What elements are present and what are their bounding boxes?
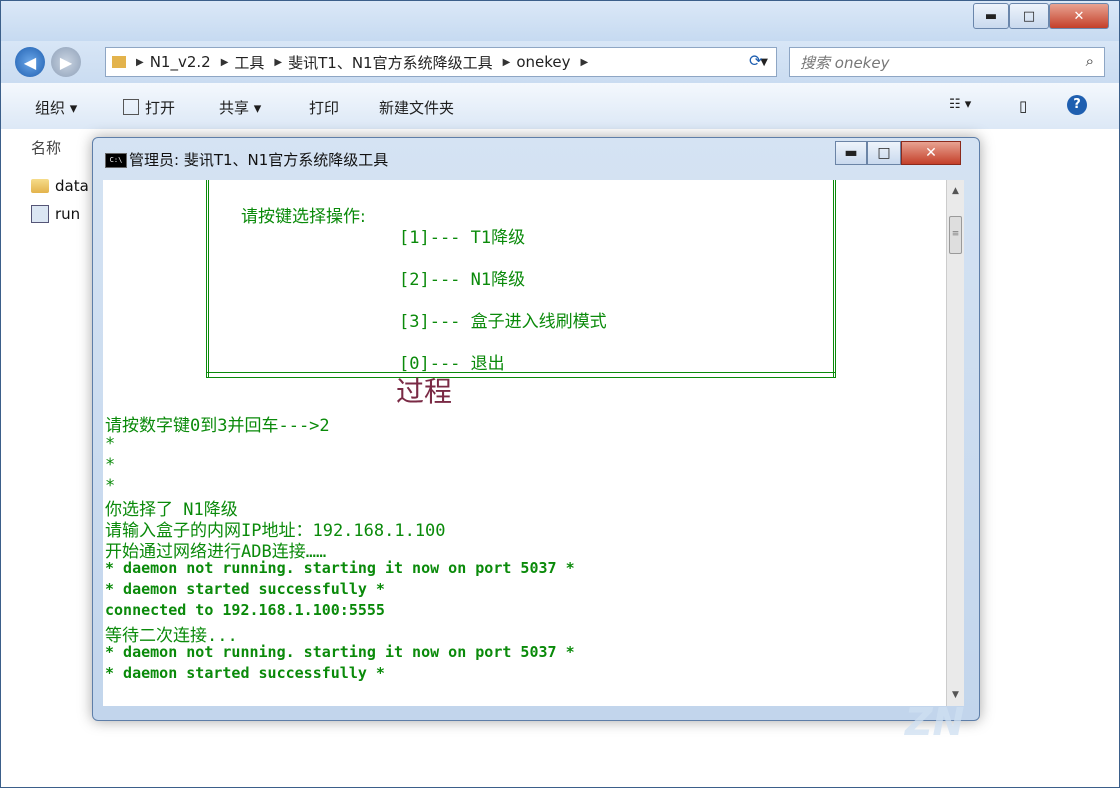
open-button[interactable]: 打开 <box>123 97 175 118</box>
menu-option: [2]--- N1降级 <box>399 270 526 290</box>
scroll-thumb[interactable]: ≡ <box>949 216 962 254</box>
menu-prompt: 请按键选择操作: <box>241 207 366 227</box>
menu-option: [1]--- T1降级 <box>399 228 526 248</box>
breadcrumb-arrow-icon: ▶ <box>136 56 144 68</box>
console-icon: C:\ <box>105 153 127 168</box>
open-label: 打开 <box>145 99 176 117</box>
back-button[interactable]: ◀ <box>15 47 45 77</box>
console-line: * <box>105 476 116 496</box>
breadcrumb-item[interactable]: 斐讯T1、N1官方系统降级工具 <box>288 52 492 73</box>
console-line: 请按数字键0到3并回车--->2 <box>105 416 330 436</box>
console-line: * daemon not running. starting it now on… <box>105 559 575 577</box>
minimize-button[interactable]: ▬ <box>973 3 1009 29</box>
annotation-label: 过程 <box>396 375 453 408</box>
back-arrow-icon: ◀ <box>23 52 37 72</box>
console-line: * <box>105 455 116 475</box>
breadcrumb-item[interactable]: 工具 <box>234 52 264 73</box>
command-bar: 组织 ▾ 打开 共享 ▾ 打印 新建文件夹 ☷ ▾ ▯ ? <box>1 83 1119 130</box>
watermark-logo: ZN <box>905 700 965 744</box>
close-button[interactable]: ✕ <box>1049 3 1109 29</box>
console-scrollbar[interactable]: ▲ ≡ ▼ <box>946 180 964 706</box>
console-line: * <box>105 434 116 454</box>
new-folder-button[interactable]: 新建文件夹 <box>379 97 454 118</box>
forward-button[interactable]: ▶ <box>51 47 81 77</box>
breadcrumb-arrow-icon: ▶ <box>274 56 283 68</box>
refresh-icon[interactable]: ⟳ <box>749 51 762 70</box>
breadcrumb-item[interactable]: N1_v2.2 <box>150 53 211 71</box>
share-button[interactable]: 共享 ▾ <box>219 97 261 118</box>
folder-icon <box>112 56 126 68</box>
console-window: C:\ 管理员: 斐讯T1、N1官方系统降级工具 ▬ □ ✕ 请按键选择操作: … <box>92 137 980 721</box>
console-line: * daemon started successfully * <box>105 580 385 598</box>
address-bar[interactable]: ▶ N1_v2.2 ▶ 工具 ▶ 斐讯T1、N1官方系统降级工具 ▶ oneke… <box>105 47 777 77</box>
column-header-name[interactable]: 名称 <box>31 137 61 158</box>
organize-button[interactable]: 组织 ▾ <box>35 97 77 118</box>
breadcrumb-arrow-icon: ▶ <box>220 56 229 68</box>
breadcrumb-item[interactable]: onekey <box>516 53 570 71</box>
console-line: * daemon started successfully * <box>105 664 385 682</box>
print-button[interactable]: 打印 <box>309 97 339 118</box>
menu-option: [3]--- 盒子进入线刷模式 <box>399 312 607 332</box>
console-line: connected to 192.168.1.100:5555 <box>105 601 385 619</box>
search-input[interactable]: 搜索 onekey ⌕ <box>789 47 1105 77</box>
open-icon <box>123 99 139 115</box>
console-maximize-button[interactable]: □ <box>867 141 901 165</box>
forward-arrow-icon: ▶ <box>59 52 73 72</box>
scroll-up-icon[interactable]: ▲ <box>947 182 964 200</box>
batch-file-icon <box>31 205 49 223</box>
file-item-data[interactable]: data <box>31 177 89 195</box>
console-minimize-button[interactable]: ▬ <box>835 141 867 165</box>
breadcrumb-arrow-icon: ▶ <box>502 56 511 68</box>
console-title: 管理员: 斐讯T1、N1官方系统降级工具 <box>129 151 389 169</box>
address-row: ◀ ▶ ▶ N1_v2.2 ▶ 工具 ▶ 斐讯T1、N1官方系统降级工具 ▶ o… <box>1 41 1119 83</box>
folder-icon <box>31 179 49 193</box>
breadcrumb-arrow-icon: ▶ <box>580 56 589 68</box>
maximize-button[interactable]: □ <box>1009 3 1049 29</box>
file-item-run[interactable]: run <box>31 205 80 223</box>
file-item-label: data <box>55 177 89 195</box>
console-close-button[interactable]: ✕ <box>901 141 961 165</box>
explorer-titlebar: ▬ □ ✕ <box>1 1 1119 41</box>
search-icon[interactable]: ⌕ <box>1086 52 1094 70</box>
view-options-icon[interactable]: ☷ ▾ <box>949 97 971 112</box>
console-line: * daemon not running. starting it now on… <box>105 643 575 661</box>
file-item-label: run <box>55 205 81 223</box>
help-icon[interactable]: ? <box>1067 95 1087 115</box>
preview-pane-icon[interactable]: ▯ <box>1019 97 1027 115</box>
menu-box-bottom-rule <box>206 372 836 378</box>
console-output: 请按键选择操作: [1]--- T1降级 [2]--- N1降级 [3]--- … <box>103 180 946 706</box>
search-placeholder: 搜索 onekey <box>800 54 890 72</box>
